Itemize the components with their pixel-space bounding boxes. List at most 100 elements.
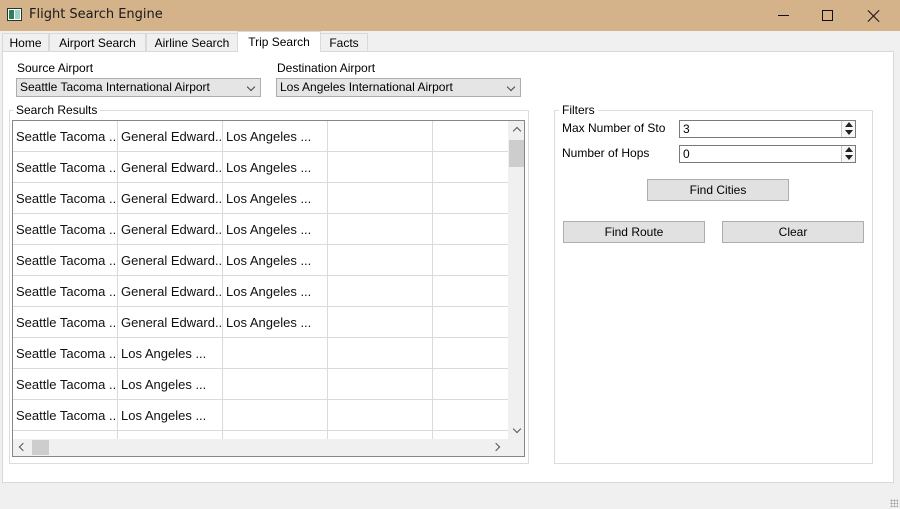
table-cell[interactable]: General Edward... <box>118 276 223 307</box>
vertical-scroll-thumb[interactable] <box>509 140 524 167</box>
hops-stepper[interactable] <box>841 146 855 162</box>
table-cell[interactable] <box>223 369 328 400</box>
table-cell[interactable] <box>433 400 508 431</box>
table-row[interactable]: Seattle Tacoma ... General Edward... Los A… <box>13 121 508 152</box>
table-row[interactable]: Seattle Tacoma ... General Edward... Los A… <box>13 183 508 214</box>
table-row[interactable]: Seattle Tacoma ... Los Angeles ... <box>13 338 508 369</box>
table-cell[interactable]: General Edward... <box>118 121 223 152</box>
tab-facts[interactable]: Facts <box>320 33 368 52</box>
maximize-button[interactable] <box>804 0 850 31</box>
search-results-table[interactable]: Seattle Tacoma ... General Edward... Los A… <box>12 120 525 457</box>
table-row[interactable]: Seattle Tacoma ... Los Angeles ... <box>13 400 508 431</box>
tab-airport-search[interactable]: Airport Search <box>49 33 146 52</box>
destination-airport-select[interactable]: Los Angeles International Airport <box>276 78 521 97</box>
table-cell[interactable]: Los Angeles ... <box>223 307 328 338</box>
table-cell[interactable]: General Edward... <box>118 307 223 338</box>
table-row[interactable]: Seattle Tacoma ... Los Angeles ... <box>13 369 508 400</box>
table-cell[interactable]: Seattle Tacoma ... <box>13 338 118 369</box>
arrow-up-icon[interactable] <box>845 147 853 152</box>
max-stops-stepper[interactable] <box>841 121 855 137</box>
scroll-up-icon[interactable] <box>512 126 522 136</box>
table-cell[interactable]: Los Angeles ... <box>118 400 223 431</box>
table-cell[interactable] <box>223 400 328 431</box>
close-button[interactable] <box>851 0 897 31</box>
tab-home[interactable]: Home <box>2 33 49 52</box>
table-row[interactable] <box>13 431 508 439</box>
table-cell[interactable] <box>118 431 223 439</box>
table-cell[interactable] <box>433 338 508 369</box>
scroll-down-icon[interactable] <box>512 424 522 434</box>
table-cell[interactable]: Seattle Tacoma ... <box>13 183 118 214</box>
vertical-scrollbar[interactable] <box>508 121 524 439</box>
table-cell[interactable] <box>433 152 508 183</box>
table-cell[interactable]: General Edward... <box>118 152 223 183</box>
scroll-left-icon[interactable] <box>18 442 28 452</box>
table-cell[interactable]: Seattle Tacoma ... <box>13 121 118 152</box>
table-cell[interactable] <box>328 307 433 338</box>
table-row[interactable]: Seattle Tacoma ... General Edward... Los A… <box>13 214 508 245</box>
table-cell[interactable] <box>328 431 433 439</box>
table-cell[interactable] <box>433 121 508 152</box>
tab-airline-search[interactable]: Airline Search <box>146 33 238 52</box>
table-cell[interactable] <box>433 431 508 439</box>
table-cell[interactable] <box>433 307 508 338</box>
table-cell[interactable]: Seattle Tacoma ... <box>13 245 118 276</box>
table-cell[interactable]: Seattle Tacoma ... <box>13 214 118 245</box>
table-cell[interactable]: General Edward... <box>118 214 223 245</box>
table-cell[interactable] <box>223 431 328 439</box>
arrow-up-icon[interactable] <box>845 122 853 127</box>
window-title: Flight Search Engine <box>29 7 163 22</box>
find-cities-button[interactable]: Find Cities <box>647 179 789 201</box>
table-cell[interactable] <box>433 245 508 276</box>
table-cell[interactable] <box>433 183 508 214</box>
table-cell[interactable] <box>328 338 433 369</box>
table-cell[interactable] <box>328 400 433 431</box>
scroll-right-icon[interactable] <box>491 442 501 452</box>
horizontal-scrollbar[interactable] <box>13 439 508 456</box>
table-cell[interactable]: Los Angeles ... <box>223 152 328 183</box>
table-cell[interactable] <box>328 121 433 152</box>
table-row[interactable]: Seattle Tacoma ... General Edward... Los A… <box>13 276 508 307</box>
table-cell[interactable]: General Edward... <box>118 183 223 214</box>
hops-spinbox[interactable]: 0 <box>679 145 856 163</box>
table-cell[interactable] <box>328 183 433 214</box>
table-cell[interactable]: Los Angeles ... <box>223 214 328 245</box>
table-cell[interactable] <box>328 245 433 276</box>
table-cell[interactable] <box>433 214 508 245</box>
table-row[interactable]: Seattle Tacoma ... General Edward... Los A… <box>13 245 508 276</box>
table-cell[interactable]: Los Angeles ... <box>223 245 328 276</box>
table-cell[interactable]: Seattle Tacoma ... <box>13 307 118 338</box>
resize-grip-icon[interactable] <box>890 499 898 507</box>
table-cell[interactable] <box>433 369 508 400</box>
table-cell[interactable]: Seattle Tacoma ... <box>13 400 118 431</box>
horizontal-scroll-thumb[interactable] <box>32 440 49 455</box>
table-cell[interactable] <box>328 369 433 400</box>
table-cell[interactable] <box>433 276 508 307</box>
max-stops-spinbox[interactable]: 3 <box>679 120 856 138</box>
table-cell[interactable]: Los Angeles ... <box>118 369 223 400</box>
table-cell[interactable]: Los Angeles ... <box>223 276 328 307</box>
table-cell[interactable]: Los Angeles ... <box>118 338 223 369</box>
table-cell[interactable] <box>328 214 433 245</box>
table-row[interactable]: Seattle Tacoma ... General Edward... Los A… <box>13 307 508 338</box>
table-row[interactable]: Seattle Tacoma ... General Edward... Los A… <box>13 152 508 183</box>
table-cell[interactable]: Seattle Tacoma ... <box>13 152 118 183</box>
destination-airport-value: Los Angeles International Airport <box>280 80 453 94</box>
table-cell[interactable]: Seattle Tacoma ... <box>13 276 118 307</box>
minimize-icon <box>777 15 789 16</box>
table-cell[interactable]: Seattle Tacoma ... <box>13 369 118 400</box>
clear-button[interactable]: Clear <box>722 221 864 243</box>
table-cell[interactable] <box>328 276 433 307</box>
table-cell[interactable] <box>223 338 328 369</box>
tab-trip-search[interactable]: Trip Search <box>237 31 321 52</box>
table-cell[interactable]: Los Angeles ... <box>223 121 328 152</box>
table-cell[interactable]: Los Angeles ... <box>223 183 328 214</box>
table-cell[interactable] <box>328 152 433 183</box>
minimize-button[interactable] <box>760 0 806 31</box>
arrow-down-icon[interactable] <box>845 130 853 135</box>
arrow-down-icon[interactable] <box>845 155 853 160</box>
table-cell[interactable] <box>13 431 118 439</box>
table-cell[interactable]: General Edward... <box>118 245 223 276</box>
find-route-button[interactable]: Find Route <box>563 221 705 243</box>
source-airport-select[interactable]: Seattle Tacoma International Airport <box>16 78 261 97</box>
